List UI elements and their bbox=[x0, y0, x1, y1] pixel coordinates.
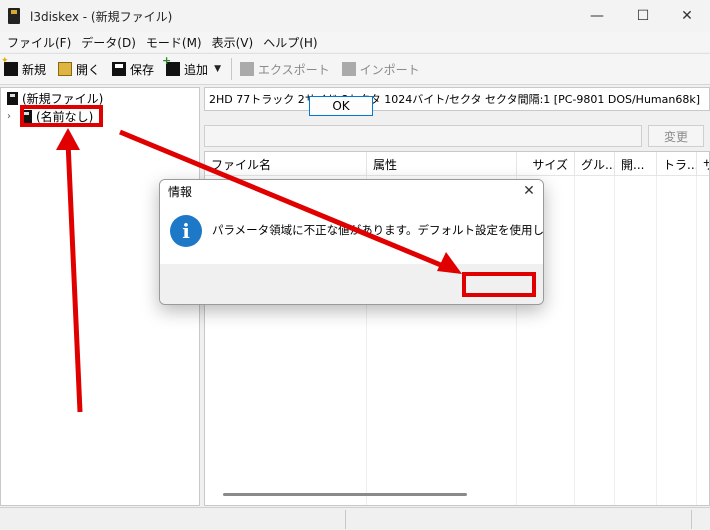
add-button[interactable]: 追加 bbox=[162, 54, 212, 81]
toolbar-divider bbox=[230, 58, 232, 80]
import-icon bbox=[341, 62, 356, 76]
save-label: 保存 bbox=[130, 62, 155, 77]
status-segment bbox=[346, 510, 692, 529]
disk-info-text: 2HD 77トラック 2サイド 8セクタ 1024バイト/セクタ セクタ間隔:1… bbox=[209, 93, 701, 106]
open-button[interactable]: 開く bbox=[54, 57, 104, 81]
column-divider bbox=[656, 176, 657, 505]
highlight-box-tree-item bbox=[20, 105, 103, 127]
dialog-message: パラメータ領域に不正な値があります。デフォルト設定を使用します。 bbox=[212, 223, 544, 237]
disk-file-icon bbox=[7, 91, 18, 105]
horizontal-scrollbar[interactable] bbox=[223, 493, 467, 496]
new-label: 新規 bbox=[22, 62, 47, 77]
column-filename[interactable]: ファイル名 bbox=[205, 152, 367, 176]
status-bar bbox=[0, 507, 710, 530]
menu-file[interactable]: ファイル(F) bbox=[2, 34, 76, 51]
minimize-button[interactable]: — bbox=[574, 0, 620, 32]
menu-help[interactable]: ヘルプ(H) bbox=[258, 34, 322, 51]
window-title: l3diskex - (新規ファイル) bbox=[30, 9, 173, 24]
file-list-header: ファイル名 属性 サイズ グル... 開... トラ... サ bbox=[205, 152, 709, 176]
export-button: エクスポート bbox=[236, 57, 334, 81]
tree-item-root[interactable]: (新規ファイル) bbox=[7, 90, 103, 106]
column-size[interactable]: サイズ bbox=[517, 152, 575, 176]
change-button: 変更 bbox=[648, 125, 704, 147]
menu-mode[interactable]: モード(M) bbox=[141, 34, 207, 51]
new-button[interactable]: 新規 bbox=[0, 56, 50, 81]
title-bar: l3diskex - (新規ファイル) — ☐ ✕ bbox=[0, 0, 710, 32]
import-button: インポート bbox=[338, 57, 424, 81]
ok-button[interactable]: OK bbox=[309, 96, 373, 116]
dialog-title: 情報 bbox=[168, 184, 193, 199]
open-label: 開く bbox=[76, 62, 101, 77]
column-divider bbox=[574, 176, 575, 505]
close-window-button[interactable]: ✕ bbox=[664, 0, 710, 32]
save-button[interactable]: 保存 bbox=[108, 57, 158, 81]
tree-root-label: (新規ファイル) bbox=[22, 91, 104, 106]
column-track[interactable]: トラ... bbox=[657, 152, 697, 176]
app-icon bbox=[8, 8, 20, 24]
folder-icon bbox=[58, 62, 73, 76]
dialog-close-icon[interactable]: ✕ bbox=[516, 180, 542, 202]
column-attribute[interactable]: 属性 bbox=[367, 152, 517, 176]
export-icon bbox=[239, 62, 254, 76]
menu-data[interactable]: データ(D) bbox=[76, 34, 141, 51]
import-label: インポート bbox=[359, 62, 420, 77]
menu-view[interactable]: 表示(V) bbox=[207, 34, 259, 51]
disk-info-bar: 2HD 77トラック 2サイド 8セクタ 1024バイト/セクタ セクタ間隔:1… bbox=[204, 87, 710, 111]
add-disk-icon bbox=[162, 54, 181, 76]
menu-bar: ファイル(F) データ(D) モード(M) 表示(V) ヘルプ(H) bbox=[0, 32, 710, 52]
path-field bbox=[204, 125, 642, 147]
export-label: エクスポート bbox=[257, 62, 330, 77]
column-group[interactable]: グル... bbox=[575, 152, 615, 176]
add-dropdown-chevron-icon[interactable]: ▼ bbox=[214, 64, 221, 74]
maximize-button[interactable]: ☐ bbox=[620, 0, 666, 32]
dialog-title-bar: 情報 bbox=[160, 180, 543, 202]
column-divider bbox=[696, 176, 697, 505]
highlight-box-ok-button bbox=[462, 272, 536, 297]
expand-chevron-icon[interactable]: › bbox=[7, 111, 21, 122]
column-sector[interactable]: サ bbox=[697, 152, 709, 176]
column-start[interactable]: 開... bbox=[615, 152, 657, 176]
new-disk-icon bbox=[1, 56, 18, 76]
toolbar: 新規 開く 保存 追加 ▼ エクスポート インポート bbox=[0, 53, 710, 85]
add-label: 追加 bbox=[184, 62, 209, 77]
status-segment bbox=[0, 510, 346, 529]
info-icon: i bbox=[170, 215, 202, 247]
dialog-body: i パラメータ領域に不正な値があります。デフォルト設定を使用します。 bbox=[160, 202, 543, 264]
floppy-save-icon bbox=[112, 62, 127, 76]
column-divider bbox=[614, 176, 615, 505]
